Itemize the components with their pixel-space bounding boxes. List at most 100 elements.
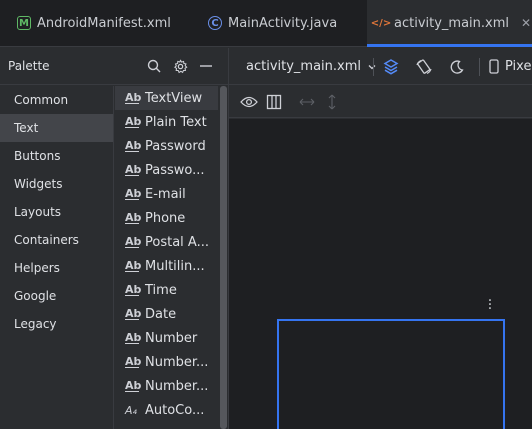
tab-activity-main-xml[interactable]: </> activity_main.xml ✕ (367, 0, 532, 47)
close-tab-icon[interactable]: ✕ (521, 16, 531, 30)
widget-label: Plain Text (145, 114, 207, 130)
vertical-resize-button[interactable] (327, 93, 337, 111)
widget-label: TextView (145, 90, 203, 106)
widget-label: Number (145, 330, 198, 346)
widget-label: Postal A... (145, 234, 209, 250)
device-label: Pixel (505, 59, 532, 74)
tab-main-activity[interactable]: C MainActivity.java (208, 0, 337, 46)
category-label: Text (14, 121, 39, 135)
widget-number[interactable]: Ab Number (115, 326, 218, 350)
category-label: Common (14, 93, 69, 107)
category-common[interactable]: Common (0, 86, 113, 114)
widget-time[interactable]: Ab Time (115, 278, 218, 302)
widget-label: Date (145, 306, 177, 322)
toolbar-separator (373, 58, 374, 76)
view-options-button[interactable] (240, 93, 258, 111)
category-legacy[interactable]: Legacy (0, 310, 113, 338)
scrollbar-thumb[interactable] (220, 86, 227, 429)
tab-android-manifest[interactable]: M AndroidManifest.xml (17, 0, 171, 46)
device-dropdown[interactable]: Pixel (489, 48, 532, 85)
widget-label: Password (145, 138, 206, 154)
xml-layout-icon: </> (370, 17, 392, 29)
java-class-icon: C (208, 16, 222, 30)
category-label: Layouts (14, 205, 62, 219)
night-mode-button[interactable] (449, 48, 465, 85)
layers-icon (382, 58, 400, 76)
widget-textview[interactable]: Ab TextView (115, 86, 218, 110)
widget-label: Number... (145, 378, 209, 394)
widget-autocomplete[interactable]: A₄ AutoCo... (115, 398, 218, 422)
widget-number-decimal[interactable]: Ab Number... (115, 374, 218, 398)
widget-label: Phone (145, 210, 186, 226)
widget-plain-text[interactable]: Ab Plain Text (115, 110, 218, 134)
text-widget-icon: Ab (125, 235, 142, 248)
category-label: Helpers (14, 261, 60, 275)
category-layouts[interactable]: Layouts (0, 198, 113, 226)
tab-label: MainActivity.java (228, 15, 338, 31)
editor-tab-bar: M AndroidManifest.xml C MainActivity.jav… (0, 0, 532, 47)
widget-label: Time (145, 282, 177, 298)
category-containers[interactable]: Containers (0, 226, 113, 254)
widget-phone[interactable]: Ab Phone (115, 206, 218, 230)
text-widget-icon: Ab (125, 307, 142, 320)
category-label: Google (14, 289, 57, 303)
device-preview-frame[interactable] (277, 319, 505, 429)
category-helpers[interactable]: Helpers (0, 254, 113, 282)
text-widget-icon: Ab (125, 163, 142, 176)
widget-number-signed[interactable]: Ab Number... (115, 350, 218, 374)
horizontal-arrows-icon (299, 97, 315, 107)
text-widget-icon: Ab (125, 211, 142, 224)
rotate-icon (415, 58, 433, 76)
orientation-button[interactable] (415, 48, 433, 85)
palette-scrollbar[interactable] (218, 86, 228, 429)
design-surface-button[interactable] (382, 48, 400, 85)
columns-icon (266, 94, 282, 110)
widget-multiline-text[interactable]: Ab Multilin... (115, 254, 218, 278)
horizontal-resize-button[interactable] (299, 93, 315, 111)
tab-label: AndroidManifest.xml (37, 15, 171, 31)
layout-file-dropdown[interactable]: activity_main.xml (246, 48, 377, 85)
manifest-file-icon: M (17, 16, 31, 30)
text-widget-icon: Ab (125, 355, 142, 368)
category-label: Widgets (14, 177, 63, 191)
text-widget-icon: Ab (125, 259, 142, 272)
widget-postal-address[interactable]: Ab Postal A... (115, 230, 218, 254)
widget-label: E-mail (145, 186, 186, 202)
more-options-icon[interactable]: · · · (485, 294, 495, 316)
vertical-arrows-icon (327, 94, 337, 110)
layout-file-label: activity_main.xml (246, 59, 362, 74)
text-widget-icon: Ab (125, 139, 142, 152)
text-widget-icon: Ab (125, 379, 142, 392)
eye-icon (240, 95, 258, 109)
view-options-toolbar (229, 86, 532, 118)
tab-label: activity_main.xml (394, 15, 510, 31)
search-icon[interactable] (145, 57, 163, 75)
widget-label: AutoCo... (145, 402, 205, 418)
widget-label: Passwo... (145, 162, 205, 178)
palette-header: Palette (0, 48, 229, 85)
widget-email[interactable]: Ab E-mail (115, 182, 218, 206)
category-google[interactable]: Google (0, 282, 113, 310)
category-widgets[interactable]: Widgets (0, 170, 113, 198)
phone-icon (489, 59, 499, 74)
widget-label: Number... (145, 354, 209, 370)
toolbar-separator (479, 58, 480, 76)
category-buttons[interactable]: Buttons (0, 142, 113, 170)
widget-label: Multilin... (145, 258, 205, 274)
widget-password[interactable]: Ab Password (115, 134, 218, 158)
palette-title: Palette (8, 59, 50, 73)
category-label: Buttons (14, 149, 61, 163)
palette-widget-list: Ab TextView Ab Plain Text Ab Password Ab Pas… (115, 86, 218, 429)
widget-date[interactable]: Ab Date (115, 302, 218, 326)
category-text[interactable]: Text (0, 114, 113, 142)
widget-password-numeric[interactable]: Ab Passwo... (115, 158, 218, 182)
gear-icon[interactable] (171, 57, 189, 75)
moon-icon (449, 59, 465, 75)
autocomplete-widget-icon: A₄ (125, 403, 137, 417)
minimize-icon[interactable] (197, 57, 215, 75)
category-label: Containers (14, 233, 79, 247)
text-widget-icon: Ab (125, 283, 142, 296)
category-label: Legacy (14, 317, 57, 331)
constraint-layout-button[interactable] (266, 93, 282, 111)
palette-categories: Common Text Buttons Widgets Layouts Cont… (0, 86, 114, 429)
